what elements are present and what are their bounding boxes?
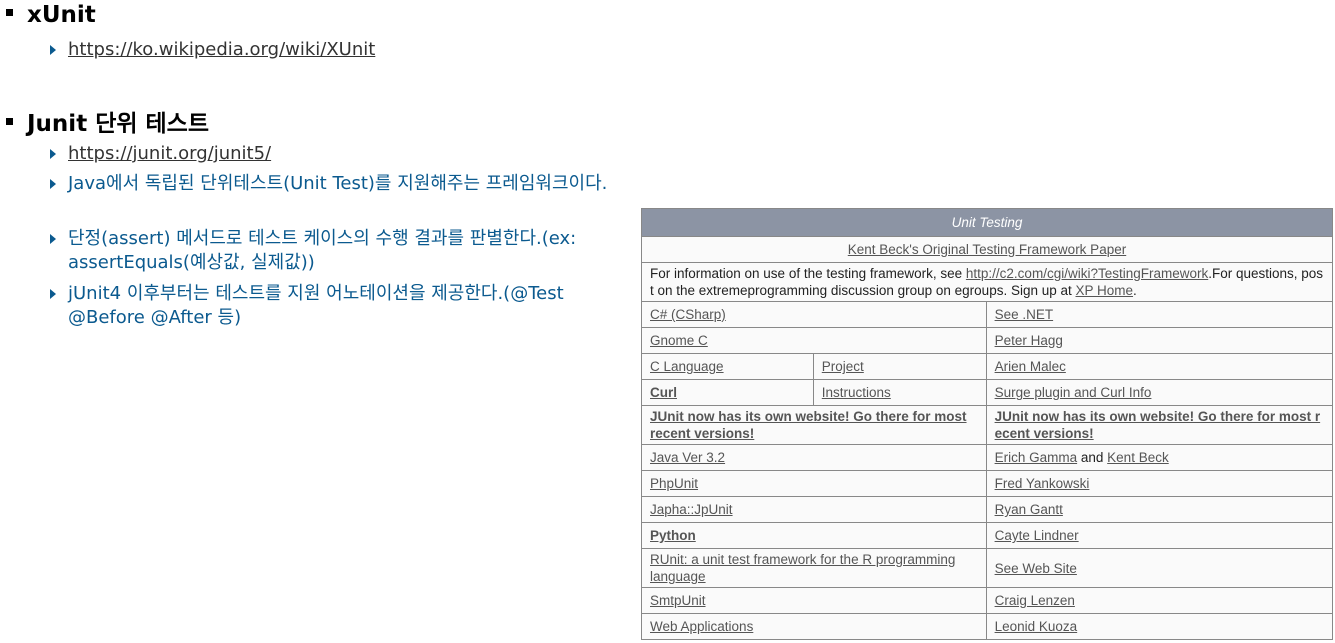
list-item: https://junit.org/junit5/ (50, 142, 640, 166)
bullet-text: jUnit4 이후부터는 테스트를 지원 어노테이션을 제공한다.(@Test … (68, 283, 564, 328)
list-item: 단정(assert) 메서드로 테스트 케이스의 수행 결과를 판별한다.(ex… (50, 227, 610, 275)
table-row: JUnit now has its own website! Go there … (641, 405, 1334, 445)
gnome-c-link[interactable]: Gnome C (650, 333, 708, 348)
craig-lenzen-link[interactable]: Craig Lenzen (995, 593, 1075, 608)
java-ver-link[interactable]: Java Ver 3.2 (650, 450, 725, 465)
japha-jpunit-link[interactable]: Japha::JpUnit (650, 502, 733, 517)
surge-plugin-link[interactable]: Surge plugin and Curl Info (995, 385, 1152, 400)
instructions-link[interactable]: Instructions (822, 385, 891, 400)
runit-link[interactable]: RUnit: a unit test framework for the R p… (650, 552, 955, 584)
info-cell: For information on use of the testing fr… (641, 262, 1333, 302)
project-link[interactable]: Project (822, 359, 864, 374)
table-row: RUnit: a unit test framework for the R p… (641, 548, 1334, 588)
erich-gamma-link[interactable]: Erich Gamma (995, 450, 1078, 465)
triangle-bullet-icon (50, 289, 56, 299)
table-row: C Language Project Arien Malec (641, 353, 1334, 380)
unit-testing-table: Unit Testing Kent Beck's Original Testin… (641, 208, 1334, 640)
see-web-site-link[interactable]: See Web Site (995, 561, 1077, 576)
leonid-kuoza-link[interactable]: Leonid Kuoza (995, 619, 1078, 634)
table-row: For information on use of the testing fr… (641, 262, 1333, 302)
fred-yankowski-link[interactable]: Fred Yankowski (995, 476, 1090, 491)
triangle-bullet-icon (50, 45, 56, 55)
table-header: Unit Testing (641, 208, 1333, 237)
phpunit-link[interactable]: PhpUnit (650, 476, 698, 491)
peter-hagg-link[interactable]: Peter Hagg (995, 333, 1063, 348)
bullet-text: Java에서 독립된 단위테스트(Unit Test)를 지원해주는 프레임워크… (68, 173, 608, 194)
curl-link[interactable]: Curl (650, 385, 677, 400)
triangle-bullet-icon (50, 149, 56, 159)
table-row: Kent Beck's Original Testing Framework P… (641, 236, 1333, 263)
table-row: Python Cayte Lindner (641, 522, 1334, 549)
junit-website-link-right[interactable]: JUnit now has its own website! Go there … (995, 409, 1321, 441)
triangle-bullet-icon (50, 234, 56, 244)
junit5-link[interactable]: https://junit.org/junit5/ (68, 142, 640, 166)
table-row: SmtpUnit Craig Lenzen (641, 587, 1334, 614)
testing-framework-link[interactable]: http://c2.com/cgi/wiki?TestingFramework (966, 266, 1208, 281)
section-title-xunit: xUnit (6, 2, 96, 28)
kent-beck-link[interactable]: Kent Beck (1107, 450, 1169, 465)
kent-beck-paper-link[interactable]: Kent Beck's Original Testing Framework P… (848, 242, 1126, 257)
web-applications-link[interactable]: Web Applications (650, 619, 753, 634)
table-row: Gnome C Peter Hagg (641, 327, 1334, 354)
xp-home-link[interactable]: XP Home (1076, 283, 1134, 298)
csharp-link[interactable]: C# (CSharp) (650, 307, 726, 322)
c-language-link[interactable]: C Language (650, 359, 724, 374)
table-row: Curl Instructions Surge plugin and Curl … (641, 379, 1334, 406)
square-bullet-icon (6, 9, 13, 16)
triangle-bullet-icon (50, 179, 56, 189)
bullet-text: 단정(assert) 메서드로 테스트 케이스의 수행 결과를 판별한다.(ex… (68, 228, 577, 273)
junit-website-link[interactable]: JUnit now has its own website! Go there … (650, 409, 967, 441)
smtpunit-link[interactable]: SmtpUnit (650, 593, 706, 608)
section-title-junit: Junit 단위 테스트 (6, 104, 209, 138)
table-row: PhpUnit Fred Yankowski (641, 470, 1334, 497)
arien-malec-link[interactable]: Arien Malec (995, 359, 1066, 374)
table-header-row: Unit Testing (641, 208, 1333, 237)
list-item: https://ko.wikipedia.org/wiki/XUnit (50, 38, 640, 62)
list-item: jUnit4 이후부터는 테스트를 지원 어노테이션을 제공한다.(@Test … (50, 282, 570, 330)
cayte-lindner-link[interactable]: Cayte Lindner (995, 528, 1079, 543)
square-bullet-icon (6, 118, 13, 125)
table-row: Java Ver 3.2 Erich Gamma and Kent Beck (641, 444, 1334, 471)
ryan-gantt-link[interactable]: Ryan Gantt (995, 502, 1063, 517)
see-dotnet-link[interactable]: See .NET (995, 307, 1054, 322)
python-link[interactable]: Python (650, 528, 696, 543)
table-row: Web Applications Leonid Kuoza (641, 613, 1334, 640)
xunit-wiki-link[interactable]: https://ko.wikipedia.org/wiki/XUnit (68, 38, 640, 62)
list-item: Java에서 독립된 단위테스트(Unit Test)를 지원해주는 프레임워크… (50, 172, 635, 196)
table-row: C# (CSharp) See .NET (641, 301, 1334, 328)
table-row: Japha::JpUnit Ryan Gantt (641, 496, 1334, 523)
